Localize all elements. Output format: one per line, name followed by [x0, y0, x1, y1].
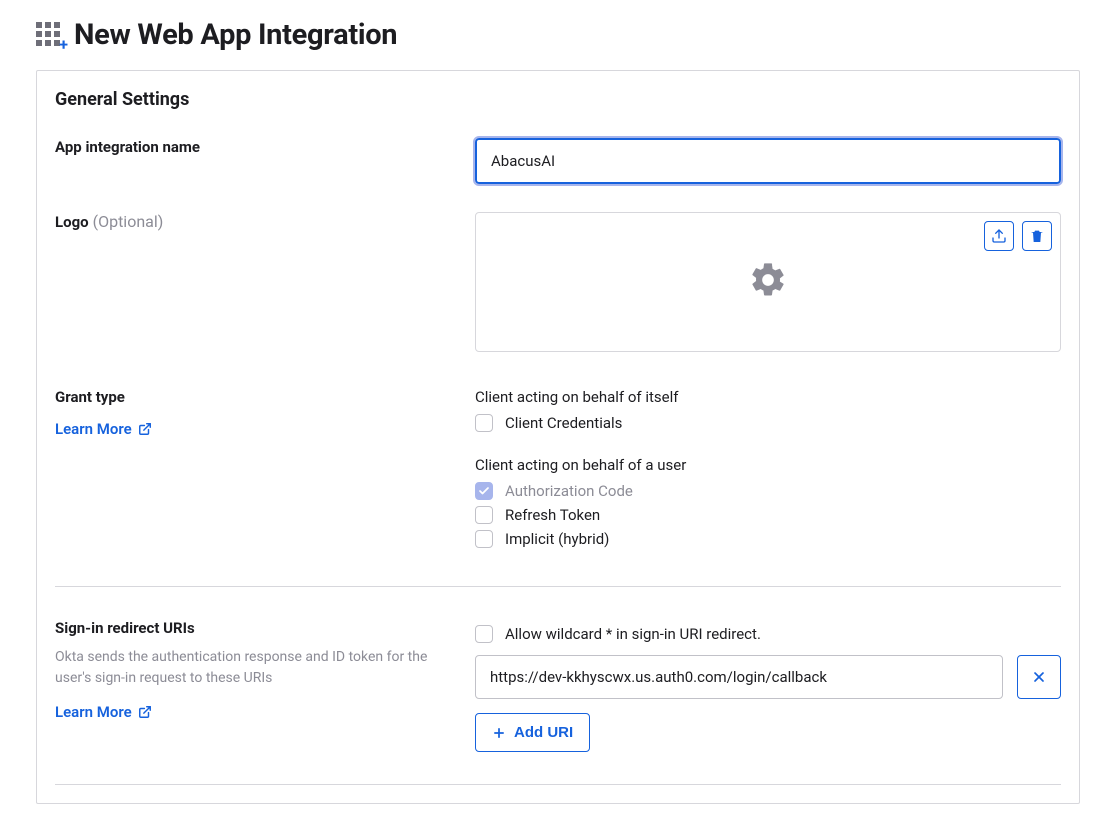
upload-logo-button[interactable] [984, 221, 1014, 251]
heading-client-user: Client acting on behalf of a user [475, 456, 1061, 474]
label-allow-wildcard: Allow wildcard * in sign-in URI redirect… [505, 625, 761, 643]
heading-client-itself: Client acting on behalf of itself [475, 388, 1061, 406]
label-refresh-token: Refresh Token [505, 506, 600, 524]
settings-panel: General Settings App integration name Lo… [36, 70, 1080, 804]
close-icon [1031, 669, 1047, 685]
checkbox-refresh-token[interactable] [475, 506, 493, 524]
checkbox-authorization-code[interactable] [475, 482, 493, 500]
page-title: New Web App Integration [74, 18, 397, 52]
app-name-input[interactable] [475, 138, 1061, 184]
label-signin-uris: Sign-in redirect URIs [55, 619, 455, 637]
row-signin-uris: Sign-in redirect URIs Okta sends the aut… [37, 605, 1079, 766]
divider [55, 784, 1061, 785]
add-uri-button[interactable]: Add URI [475, 713, 590, 752]
row-app-name: App integration name [37, 124, 1079, 198]
checkbox-allow-wildcard[interactable] [475, 625, 493, 643]
learn-more-label: Learn More [55, 703, 132, 721]
remove-uri-button-0[interactable] [1017, 655, 1061, 699]
trash-icon [1029, 228, 1045, 244]
app-grid-add-icon: + [36, 22, 62, 48]
learn-more-signin[interactable]: Learn More [55, 703, 152, 721]
help-signin-uris: Okta sends the authentication response a… [55, 647, 455, 689]
upload-icon [991, 228, 1007, 244]
label-authorization-code: Authorization Code [505, 482, 633, 500]
section-title-general: General Settings [37, 71, 1079, 124]
add-uri-label: Add URI [514, 724, 573, 741]
signin-uri-input-0[interactable] [475, 655, 1003, 699]
divider [55, 586, 1061, 587]
label-logo-optional: (Optional) [93, 212, 164, 231]
checkbox-implicit[interactable] [475, 530, 493, 548]
plus-icon [492, 726, 506, 740]
external-link-icon [138, 705, 152, 719]
row-logo: Logo (Optional) [37, 198, 1079, 366]
check-icon [478, 485, 490, 497]
page-header: + New Web App Integration [36, 18, 1080, 52]
row-grant-type: Grant type Learn More Client acting on b… [37, 374, 1079, 568]
external-link-icon [138, 422, 152, 436]
label-client-credentials: Client Credentials [505, 414, 622, 432]
logo-dropzone[interactable] [475, 212, 1061, 352]
learn-more-label: Learn More [55, 420, 132, 438]
learn-more-grant-type[interactable]: Learn More [55, 420, 152, 438]
label-grant-type: Grant type [55, 388, 455, 406]
label-app-name: App integration name [55, 138, 455, 156]
label-implicit: Implicit (hybrid) [505, 530, 609, 548]
gear-icon [748, 260, 788, 304]
label-logo: Logo [55, 213, 89, 231]
delete-logo-button[interactable] [1022, 221, 1052, 251]
checkbox-client-credentials[interactable] [475, 414, 493, 432]
